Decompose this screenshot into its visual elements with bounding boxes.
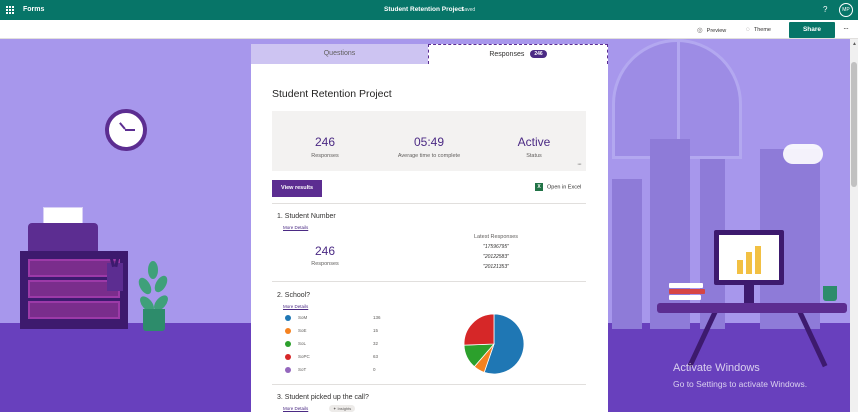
legend-swatch <box>285 367 291 373</box>
legend-swatch <box>285 354 291 360</box>
legend-item: SoT 0 <box>285 366 385 374</box>
more-details-link[interactable]: More Details <box>283 406 308 411</box>
legend-label: SoM <box>298 315 308 320</box>
status-label: Status <box>526 153 542 159</box>
monitor <box>714 230 784 285</box>
latest-response: "17596795" <box>483 244 509 250</box>
q1-count-value: 246 <box>314 244 336 258</box>
latest-responses-header: Latest Responses <box>473 234 519 240</box>
help-icon[interactable]: ? <box>823 5 827 14</box>
tab-questions[interactable]: Questions <box>251 44 428 64</box>
divider <box>272 384 586 385</box>
pencil-cup <box>107 250 123 291</box>
preview-label: Preview <box>706 28 727 34</box>
school-pie-chart <box>463 313 525 375</box>
tab-responses[interactable]: Responses 246 <box>428 44 608 64</box>
responses-label: Responses <box>311 153 339 159</box>
view-results-button[interactable]: View results <box>272 180 322 197</box>
open-in-excel-label: Open in Excel <box>547 184 582 191</box>
scroll-up-icon[interactable]: ▲ <box>852 41 857 47</box>
question-title: 3. Student picked up the call? <box>277 394 369 401</box>
status-metric: Active Status <box>484 135 584 159</box>
legend-label: SoPC <box>298 354 310 359</box>
more-details-link[interactable]: More Details <box>283 225 308 230</box>
latest-response: "20121353" <box>483 264 509 270</box>
responses-panel: Student Retention Project 246 Responses … <box>251 64 608 412</box>
more-options-icon[interactable]: ··· <box>843 24 849 33</box>
avg-time-metric: 05:49 Average time to complete <box>379 135 479 159</box>
q1-count-label: Responses <box>311 261 339 267</box>
view-tabs: Questions Responses 246 <box>251 44 608 64</box>
save-status: Saved <box>461 7 476 13</box>
open-in-excel-link[interactable]: X Open in Excel <box>535 183 581 191</box>
printer <box>28 223 98 251</box>
question-title: 2. School? <box>277 292 311 299</box>
clock-icon <box>105 109 147 151</box>
legend-swatch <box>285 328 291 334</box>
status-value: Active <box>517 135 551 149</box>
palette-icon: ◌ <box>746 26 750 33</box>
activation-watermark-subtitle: Go to Settings to activate Windows. <box>673 379 808 389</box>
legend-label: SoT <box>298 367 307 372</box>
plant-pot <box>143 309 165 331</box>
legend-count: 32 <box>373 341 379 346</box>
tab-responses-label: Responses <box>489 51 525 58</box>
theme-label: Theme <box>753 27 771 33</box>
legend-label: SoE <box>298 328 307 333</box>
divider <box>272 203 586 204</box>
responses-value: 246 <box>314 135 336 149</box>
excel-icon: X <box>535 183 543 191</box>
legend-item: SoE 15 <box>285 327 385 335</box>
question-title: 1. Student Number <box>277 213 336 220</box>
page-scrollbar[interactable]: ▲ <box>850 39 858 412</box>
divider <box>272 281 586 282</box>
cloud <box>783 144 823 164</box>
app-header: Forms Student Retention Project Saved ? … <box>0 0 858 20</box>
pie-slice-sopc[interactable] <box>463 313 495 346</box>
legend-item: SoPC 63 <box>285 353 385 361</box>
legend-swatch <box>285 341 291 347</box>
summary-more-icon[interactable]: ··· <box>577 161 582 168</box>
waffle-icon[interactable] <box>6 6 14 14</box>
scroll-thumb[interactable] <box>851 62 857 187</box>
legend-count: 0 <box>373 367 376 372</box>
books <box>669 283 705 303</box>
theme-button[interactable]: ◌ Theme <box>746 26 771 33</box>
responses-count-badge: 246 <box>530 50 547 59</box>
legend-item: SoM 136 <box>285 314 385 322</box>
legend-swatch <box>285 315 291 321</box>
command-bar: ◎ Preview ◌ Theme Share ··· <box>0 20 858 39</box>
latest-response: "20122583" <box>483 254 509 260</box>
desk <box>657 303 847 313</box>
legend-item: SoL 32 <box>285 340 385 348</box>
app-name[interactable]: Forms <box>23 6 44 13</box>
document-title: Student Retention Project <box>384 6 464 13</box>
more-details-link[interactable]: More Details <box>283 304 308 309</box>
share-button[interactable]: Share <box>789 22 835 38</box>
avg-time-value: 05:49 <box>413 135 445 149</box>
preview-button[interactable]: ◎ Preview <box>697 26 726 34</box>
legend-count: 15 <box>373 328 379 333</box>
latest-responses: Latest Responses "17596795" "20122583" "… <box>456 234 536 274</box>
responses-metric: 246 Responses <box>275 135 375 159</box>
mug <box>823 286 837 301</box>
activation-watermark-title: Activate Windows <box>673 362 760 374</box>
summary-card: 246 Responses 05:49 Average time to comp… <box>272 111 586 171</box>
avatar[interactable]: MP <box>839 3 853 17</box>
insights-chip[interactable]: ✦ Insights <box>329 405 356 412</box>
eye-icon: ◎ <box>697 27 703 34</box>
legend-count: 63 <box>373 354 379 359</box>
legend-label: SoL <box>298 341 307 346</box>
legend-count: 136 <box>373 315 381 320</box>
insights-label: Insights <box>337 406 352 411</box>
question-response-count: 246 Responses <box>285 244 365 267</box>
avg-time-label: Average time to complete <box>397 153 461 159</box>
form-title: Student Retention Project <box>272 88 392 100</box>
